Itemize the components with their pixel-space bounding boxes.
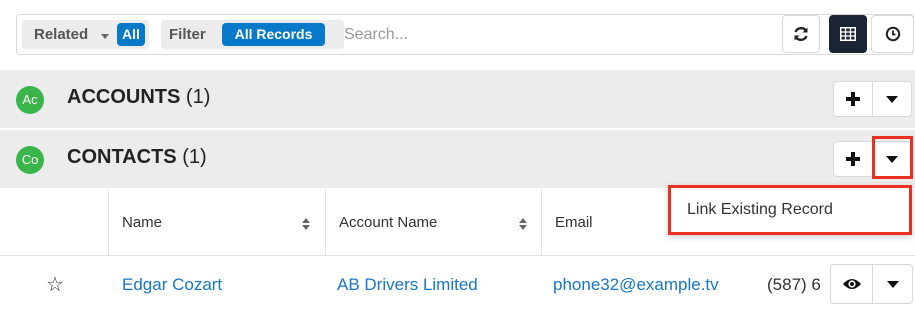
contacts-subpanel-header[interactable]: Co CONTACTS (1) [0, 130, 915, 188]
accounts-subpanel-header[interactable]: Ac ACCOUNTS (1) [0, 70, 915, 128]
accounts-count: (1) [185, 86, 211, 108]
refresh-button[interactable] [782, 15, 820, 53]
related-value-badge[interactable]: All [117, 23, 145, 46]
clock-icon [885, 26, 900, 42]
row-actions-dropdown[interactable] [873, 265, 913, 303]
column-header-account-name[interactable]: Account Name [339, 214, 437, 231]
column-divider [108, 190, 109, 256]
caret-down-icon [886, 95, 898, 103]
account-name-link[interactable]: AB Drivers Limited [337, 275, 478, 295]
menu-item-link-existing-record[interactable]: Link Existing Record [687, 201, 833, 219]
column-divider [541, 190, 542, 256]
filter-value-badge[interactable]: All Records [222, 23, 325, 46]
accounts-module-avatar: Ac [16, 86, 44, 114]
contacts-module-avatar: Co [16, 146, 44, 174]
contact-name-link[interactable]: Edgar Cozart [122, 275, 222, 295]
sort-icon[interactable] [519, 218, 527, 230]
row-action-group [830, 264, 913, 304]
contacts-create-button[interactable] [834, 142, 873, 176]
list-view-icon [840, 27, 856, 41]
filter-label: Filter [169, 26, 206, 43]
plus-icon [846, 92, 860, 106]
star-icon[interactable]: ☆ [46, 272, 64, 297]
list-view-button[interactable] [829, 15, 867, 53]
dropdown-highlight-box [872, 136, 913, 179]
email-link[interactable]: phone32@example.tv [553, 275, 719, 295]
accounts-create-button[interactable] [834, 82, 873, 116]
column-divider [325, 190, 326, 256]
list-toolbar: Related All Filter All Records [0, 0, 915, 70]
records-filter[interactable]: Filter All Records [161, 20, 344, 49]
chevron-down-icon [101, 34, 109, 39]
eye-icon [842, 279, 861, 289]
filter-bar: Related All Filter All Records [16, 14, 914, 55]
phone-cell: (587) 6 [767, 275, 821, 294]
contacts-count: (1) [182, 146, 207, 168]
accounts-subpanel-title: ACCOUNTS (1) [67, 86, 210, 109]
column-header-email[interactable]: Email [555, 214, 593, 231]
contacts-actions-menu: Link Existing Record [668, 185, 912, 235]
sort-icon[interactable] [302, 218, 310, 230]
contacts-title: CONTACTS [67, 146, 177, 168]
column-header-name[interactable]: Name [122, 214, 162, 231]
activity-stream-button[interactable] [871, 15, 914, 53]
accounts-action-group [833, 81, 912, 117]
contacts-subpanel-title: CONTACTS (1) [67, 146, 207, 169]
search-input[interactable] [340, 19, 770, 50]
accounts-actions-dropdown[interactable] [873, 82, 911, 116]
related-label: Related [34, 26, 89, 43]
refresh-icon [794, 26, 808, 42]
plus-icon [846, 152, 860, 166]
accounts-title: ACCOUNTS [67, 86, 181, 108]
preview-button[interactable] [831, 265, 873, 303]
related-filter[interactable]: Related All [22, 20, 149, 49]
caret-down-icon [887, 280, 899, 288]
